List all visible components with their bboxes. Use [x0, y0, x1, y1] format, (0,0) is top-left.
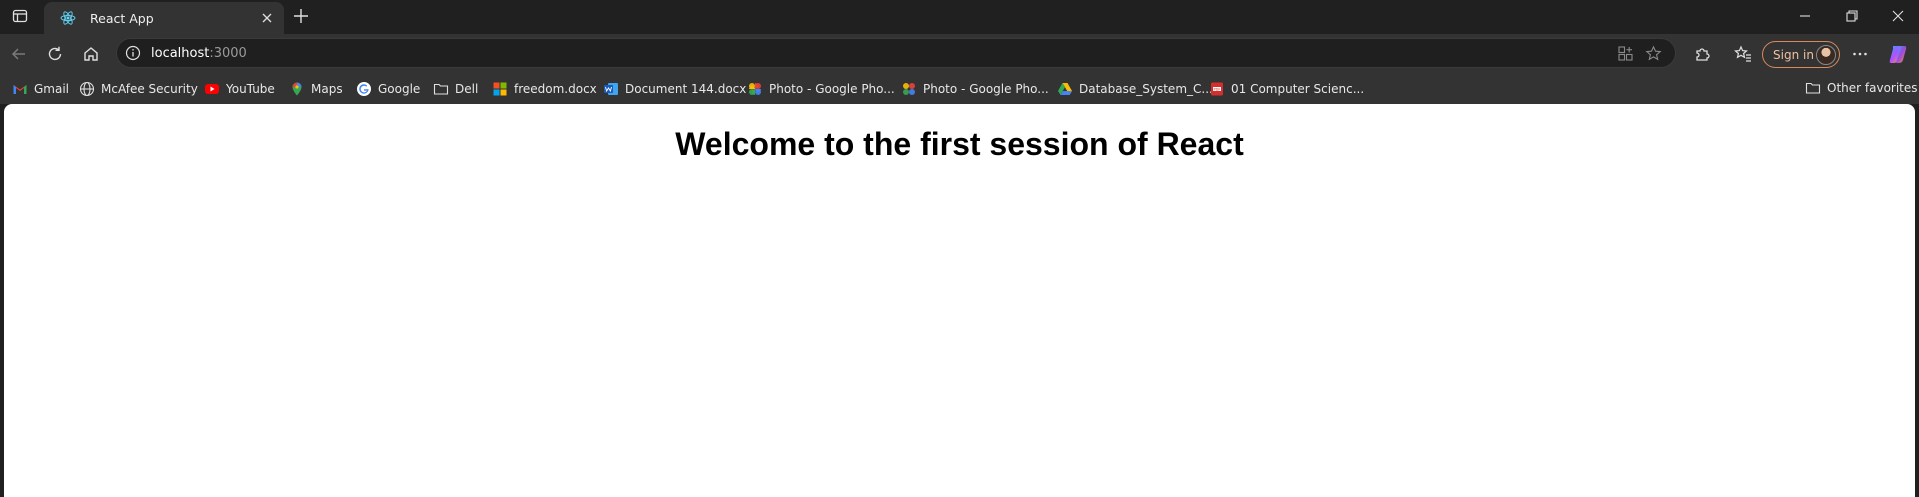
favorite-label: McAfee Security [101, 82, 198, 96]
sign-in-label: Sign in [1773, 47, 1814, 62]
favorite-youtube[interactable]: YouTube [204, 80, 275, 98]
favorite-dell-folder[interactable]: Dell [433, 80, 478, 98]
gmail-icon [13, 85, 27, 94]
favorite-computer-science-pdf[interactable]: PDF 01 Computer Scienc... [1209, 80, 1364, 98]
svg-text:PDF: PDF [1213, 87, 1220, 91]
tab-strip: React App [0, 0, 1919, 34]
favorite-google[interactable]: Google [356, 80, 420, 98]
page-viewport: Welcome to the first session of React [4, 104, 1915, 497]
favorite-mcafee[interactable]: McAfee Security [79, 80, 198, 98]
url-text[interactable]: localhost:3000 [151, 46, 247, 61]
tab-actions-icon[interactable] [12, 8, 28, 24]
active-tab[interactable]: React App [44, 2, 284, 34]
favorite-star-icon[interactable] [1645, 45, 1662, 62]
maps-icon [292, 82, 302, 96]
google-drive-icon [1058, 83, 1072, 95]
toolbar: localhost:3000 Sign in [0, 34, 1919, 74]
home-icon[interactable] [82, 45, 100, 63]
refresh-icon[interactable] [46, 45, 64, 63]
favorites-bar: Gmail McAfee Security YouTube Maps Googl… [0, 74, 1919, 104]
google-photos-icon [749, 83, 761, 95]
globe-icon [79, 81, 95, 97]
favorite-label: YouTube [226, 82, 275, 96]
pdf-icon: PDF [1211, 82, 1223, 96]
site-info-icon[interactable] [125, 45, 141, 61]
google-icon [357, 82, 371, 96]
favorite-google-photos-2[interactable]: Photo - Google Pho... [901, 80, 1049, 98]
favorite-document-144[interactable]: Document 144.docx [603, 80, 746, 98]
other-favorites-folder[interactable]: Other favorites [1805, 80, 1918, 96]
new-tab-icon[interactable] [292, 7, 310, 25]
other-favorites-label: Other favorites [1827, 81, 1918, 95]
url-port: :3000 [209, 46, 247, 61]
close-tab-icon[interactable] [260, 11, 274, 25]
favorites-icon[interactable] [1734, 45, 1752, 63]
restore-icon[interactable] [1845, 9, 1859, 23]
favorite-label: Database_System_C... [1079, 82, 1213, 96]
close-window-icon[interactable] [1891, 9, 1905, 23]
folder-icon [1805, 82, 1821, 94]
favorite-label: Maps [311, 82, 343, 96]
address-bar[interactable]: localhost:3000 [116, 38, 1676, 68]
word-icon [604, 83, 618, 95]
favorite-label: freedom.docx [514, 82, 597, 96]
youtube-icon [205, 84, 219, 94]
favorite-label: Google [378, 82, 421, 96]
copilot-icon[interactable] [1887, 43, 1909, 65]
url-host: localhost [151, 46, 210, 61]
favorite-google-photos-1[interactable]: Photo - Google Pho... [747, 80, 895, 98]
sign-in-button[interactable]: Sign in [1762, 41, 1840, 68]
favorite-label: Gmail [34, 82, 70, 96]
favorite-database-system[interactable]: Database_System_C... [1057, 80, 1213, 98]
minimize-icon[interactable] [1798, 9, 1812, 23]
favorite-label: Photo - Google Pho... [923, 82, 1049, 96]
react-icon [60, 11, 76, 25]
favorite-maps[interactable]: Maps [289, 80, 343, 98]
favorite-freedom-docx[interactable]: freedom.docx [492, 80, 597, 98]
favorite-label: Document 144.docx [625, 82, 747, 96]
google-photos-icon [903, 83, 915, 95]
tab-title: React App [90, 10, 154, 26]
profile-avatar [1816, 45, 1836, 65]
favorite-gmail[interactable]: Gmail [12, 80, 69, 98]
page-heading: Welcome to the first session of React [675, 126, 1244, 162]
back-icon[interactable] [10, 45, 28, 63]
more-options-icon[interactable] [1851, 45, 1869, 63]
favorite-label: 01 Computer Scienc... [1231, 82, 1365, 96]
favorite-label: Photo - Google Pho... [769, 82, 895, 96]
app-available-icon[interactable] [1617, 45, 1634, 62]
favorite-label: Dell [455, 82, 479, 96]
extensions-icon[interactable] [1693, 45, 1711, 63]
folder-icon [433, 83, 449, 95]
microsoft-icon [493, 82, 507, 96]
